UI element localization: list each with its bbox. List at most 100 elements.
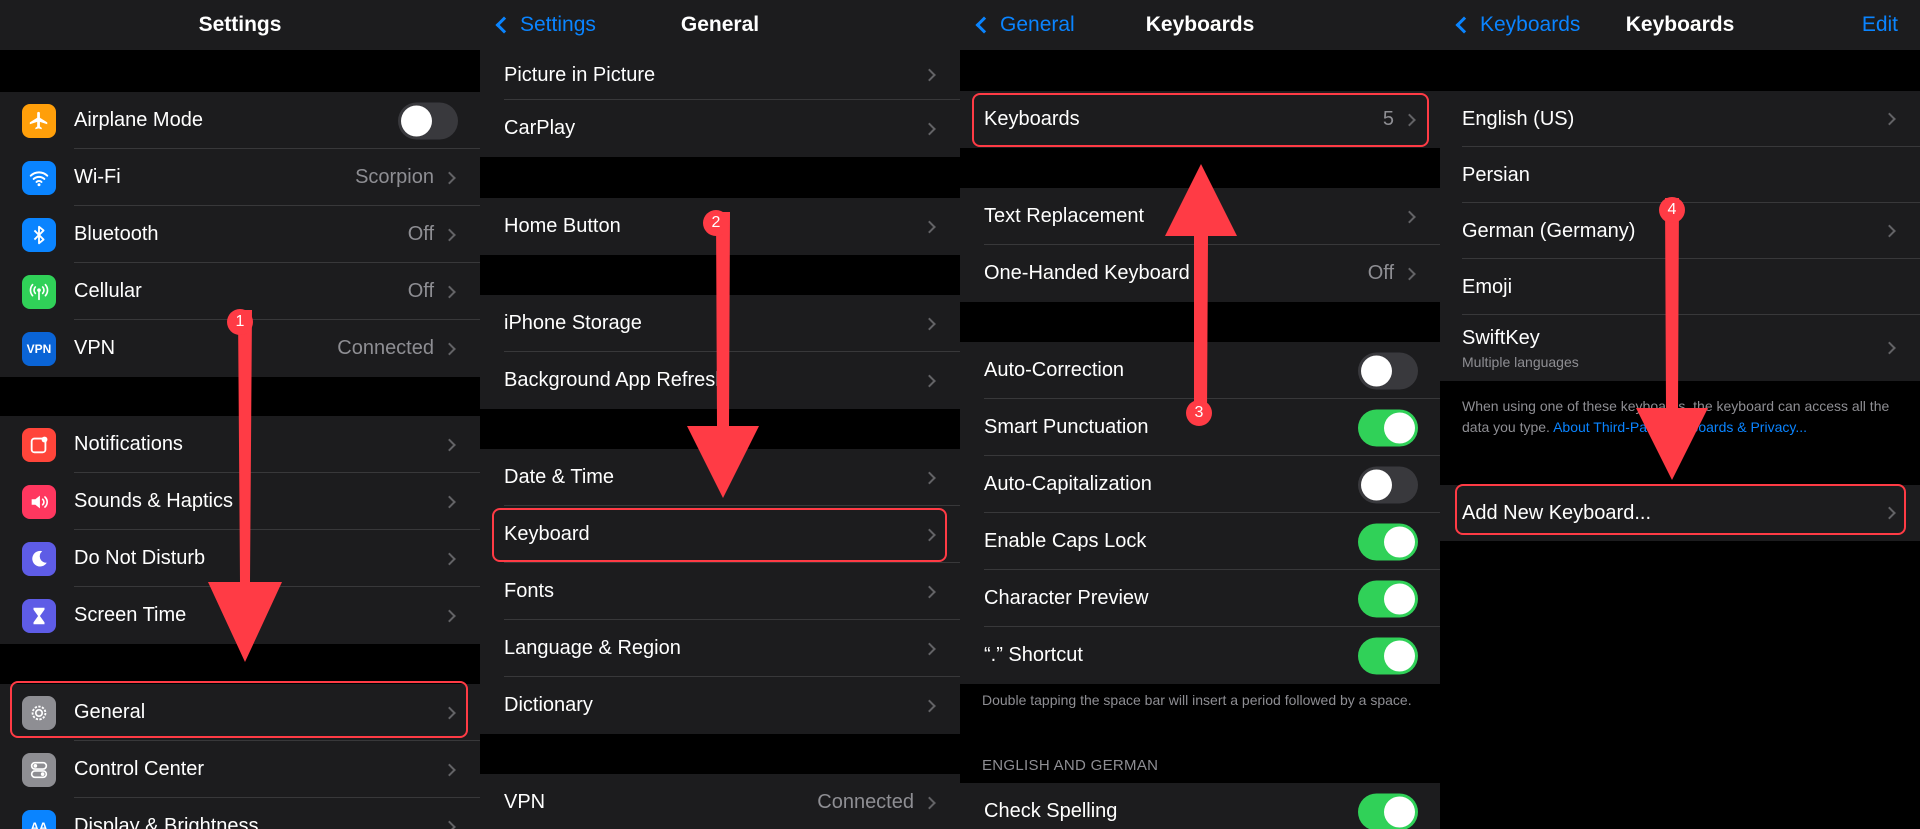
chevron-right-icon — [923, 122, 936, 135]
navigation-bar: Settings — [0, 0, 480, 50]
auto-correction-toggle[interactable] — [1358, 352, 1418, 389]
row-value: Off — [407, 280, 434, 302]
row-label: VPN — [74, 337, 116, 359]
chevron-right-icon — [923, 471, 936, 484]
settings-panel: Settings Airplane Mode Wi-Fi Scorpion Bl… — [0, 0, 480, 829]
row-label: English (US) — [1462, 107, 1575, 130]
keyboards-list-panel: Keyboards Keyboards Edit English (US) Pe… — [1440, 0, 1920, 829]
row-value: Scorpion — [355, 166, 434, 188]
chevron-right-icon — [443, 285, 456, 298]
arrow-up-icon — [1165, 164, 1237, 416]
settings-row-display[interactable]: AA Display & Brightness — [0, 798, 480, 829]
cellular-icon — [22, 274, 56, 309]
auto-capitalization-toggle[interactable] — [1358, 466, 1418, 503]
row-value: Off — [407, 223, 434, 245]
chevron-right-icon — [443, 438, 456, 451]
chevron-right-icon — [923, 642, 936, 655]
airplane-icon — [22, 103, 56, 138]
chevron-right-icon — [923, 220, 936, 233]
row-value: Off — [1367, 262, 1394, 284]
settings-row-control-center[interactable]: Control Center — [0, 741, 480, 798]
row-label: Wi-Fi — [74, 166, 121, 188]
chevron-right-icon — [923, 796, 936, 809]
wifi-icon — [22, 160, 56, 195]
character-preview-toggle[interactable] — [1358, 580, 1418, 617]
chevron-left-icon — [495, 16, 513, 34]
period-shortcut-toggle[interactable] — [1358, 637, 1418, 674]
page-title: Settings — [198, 13, 282, 36]
chevron-right-icon — [923, 374, 936, 387]
chevron-right-icon — [443, 763, 456, 776]
row-label: One-Handed Keyboard — [984, 262, 1190, 284]
control-center-icon — [22, 752, 56, 787]
settings-row-wifi[interactable]: Wi-Fi Scorpion — [0, 149, 480, 206]
chevron-left-icon — [975, 16, 993, 34]
keyboard-item-persian[interactable]: Persian — [1440, 147, 1920, 203]
chevron-right-icon — [443, 171, 456, 184]
settings-row-bluetooth[interactable]: Bluetooth Off — [0, 206, 480, 263]
row-label: Fonts — [504, 580, 555, 602]
chevron-right-icon — [1883, 112, 1896, 126]
row-label: Language & Region — [504, 637, 681, 659]
keyboard-highlight — [492, 508, 947, 562]
chevron-right-icon — [443, 228, 456, 241]
keyboard-item-english-us[interactable]: English (US) — [1440, 91, 1920, 147]
row-label: “.” Shortcut — [984, 644, 1083, 666]
moon-icon — [22, 541, 56, 576]
row-label: Bluetooth — [74, 223, 159, 245]
keyboards-settings-panel: Keyboards General Keyboards 5 Text Repla… — [960, 0, 1440, 829]
row-label: Check Spelling — [984, 800, 1118, 822]
navigation-bar: Keyboards Keyboards Edit — [1440, 0, 1920, 50]
keyboards-row-period-shortcut: “.” Shortcut — [960, 627, 1440, 684]
row-label: Picture in Picture — [504, 63, 656, 86]
row-label: Screen Time — [74, 604, 187, 626]
general-row-fonts[interactable]: Fonts — [480, 563, 960, 620]
keyboards-row-caps-lock: Enable Caps Lock — [960, 513, 1440, 570]
smart-punctuation-toggle[interactable] — [1358, 409, 1418, 446]
row-label: Do Not Disturb — [74, 547, 206, 569]
check-spelling-toggle[interactable] — [1358, 793, 1418, 829]
general-row-dictionary[interactable]: Dictionary — [480, 677, 960, 734]
row-label: Notifications — [74, 433, 183, 455]
arrow-down-icon — [687, 212, 759, 498]
row-label: Home Button — [504, 215, 621, 237]
row-label: Cellular — [74, 280, 142, 302]
general-group-vpn: VPN Connected — [480, 774, 960, 829]
chevron-right-icon — [1403, 267, 1416, 280]
general-row-language-region[interactable]: Language & Region — [480, 620, 960, 677]
general-row-vpn[interactable]: VPN Connected — [480, 774, 960, 829]
general-group-media: Picture in Picture CarPlay — [480, 50, 960, 157]
row-label: VPN — [504, 791, 546, 813]
chevron-right-icon — [443, 552, 456, 565]
settings-row-airplane-mode[interactable]: Airplane Mode — [0, 92, 480, 149]
row-label: German (Germany) — [1462, 219, 1636, 242]
back-button[interactable]: Settings — [492, 0, 596, 50]
caps-lock-toggle[interactable] — [1358, 523, 1418, 560]
step-badge: 1 — [227, 309, 253, 335]
step-badge: 4 — [1659, 197, 1685, 223]
edit-button[interactable]: Edit — [1862, 0, 1898, 50]
row-label: CarPlay — [504, 117, 576, 139]
row-label: Display & Brightness — [74, 815, 259, 829]
row-label: SwiftKey — [1462, 326, 1540, 349]
row-sublabel: Multiple languages — [1462, 353, 1579, 370]
airplane-mode-toggle[interactable] — [398, 102, 458, 139]
general-row-picture-in-picture[interactable]: Picture in Picture — [480, 50, 960, 100]
row-label: Dictionary — [504, 694, 593, 716]
navigation-bar: General Settings — [480, 0, 960, 50]
row-value: Connected — [817, 791, 914, 813]
back-button[interactable]: General — [972, 0, 1075, 50]
row-label: Auto-Correction — [984, 359, 1125, 381]
row-label: Text Replacement — [984, 205, 1145, 227]
row-label: Enable Caps Lock — [984, 530, 1147, 552]
section-header: ENGLISH AND GERMAN — [982, 757, 1159, 774]
arrow-down-icon — [1636, 198, 1708, 480]
general-row-carplay[interactable]: CarPlay — [480, 100, 960, 157]
row-label: Persian — [1462, 163, 1530, 186]
row-value: Connected — [337, 337, 434, 359]
keyboards-row-auto-capitalization: Auto-Capitalization — [960, 456, 1440, 513]
row-label: iPhone Storage — [504, 312, 642, 334]
step-badge: 3 — [1186, 400, 1212, 426]
back-button[interactable]: Keyboards — [1452, 0, 1580, 50]
keyboards-group-spelling: Check Spelling — [960, 783, 1440, 829]
